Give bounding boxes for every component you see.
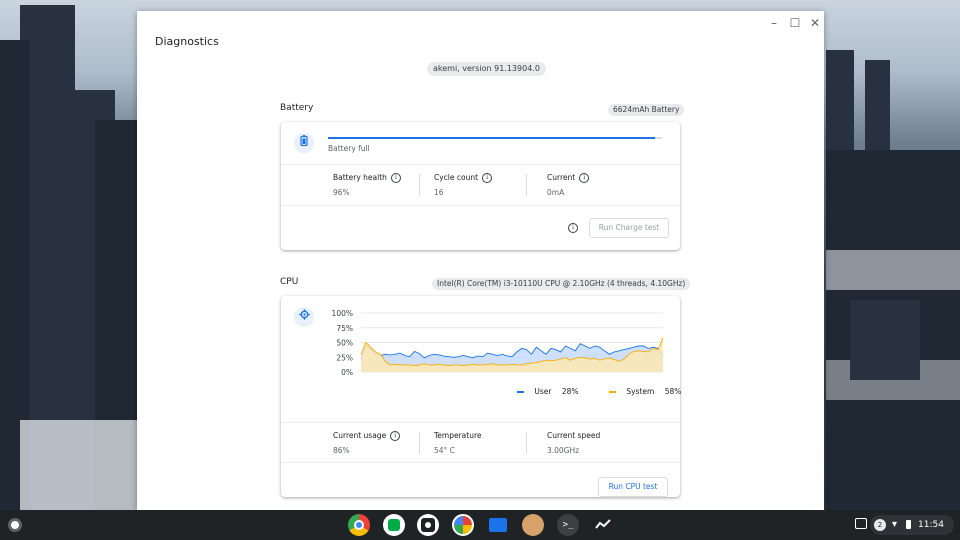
legend-user-label: User	[534, 387, 552, 396]
terminal-icon[interactable]: >_	[557, 514, 579, 536]
launcher-icon[interactable]	[8, 518, 22, 532]
info-icon[interactable]: i	[482, 173, 493, 183]
cpu-card: 100% 75% 50% 25% 0% User 28% System 58% Curr…	[281, 296, 681, 497]
y-tick-label: 0%	[341, 368, 353, 377]
legend-system-value: 58%	[664, 387, 682, 396]
y-tick-label: 25%	[336, 353, 353, 362]
tote-icon[interactable]	[855, 518, 867, 529]
camera-icon[interactable]	[417, 514, 439, 536]
info-icon[interactable]: i	[390, 431, 401, 441]
diagnostics-window: – ☐ ✕ Diagnostics akemi, version 91.1390…	[137, 11, 824, 510]
hangouts-icon[interactable]	[383, 514, 405, 536]
temperature-label: Temperature	[434, 431, 482, 440]
battery-charge-fill	[328, 137, 656, 139]
y-tick-label: 75%	[336, 324, 353, 333]
shelf	[0, 510, 960, 540]
info-icon[interactable]: i	[579, 173, 590, 183]
files-icon[interactable]	[487, 514, 509, 536]
app-icon[interactable]	[522, 514, 544, 536]
battery-charge-bar	[328, 137, 662, 139]
clock: 11:54	[918, 520, 944, 530]
legend-system-swatch	[608, 391, 616, 393]
cpu-section-title: CPU	[280, 277, 299, 287]
status-area[interactable]: 2 ▾ 11:54	[870, 515, 954, 535]
battery-status-icon	[906, 520, 911, 529]
close-icon[interactable]: ✕	[808, 16, 822, 30]
maximize-icon[interactable]: ☐	[788, 16, 802, 30]
photos-icon[interactable]	[452, 514, 474, 536]
battery-card: Battery full Battery health i 96% Cycle c…	[281, 122, 680, 250]
battery-icon	[294, 133, 314, 153]
chart-legend: User 28% System 58%	[517, 387, 681, 396]
charge-test-info-icon[interactable]: i	[568, 223, 578, 233]
current-value: 0mA	[547, 188, 565, 197]
legend-user-value: 28%	[561, 387, 579, 396]
minimize-icon[interactable]: –	[767, 16, 781, 30]
y-tick-label: 100%	[332, 309, 353, 318]
run-charge-test-button[interactable]: Run Charge test	[589, 218, 669, 238]
legend-system-label: System	[626, 387, 655, 396]
current-speed-label: Current speed	[547, 431, 601, 440]
current-speed-value: 3.00GHz	[547, 446, 580, 455]
cycle-count-value: 16	[434, 188, 444, 197]
current-label: Current i	[547, 173, 590, 183]
current-usage-value: 86%	[333, 446, 350, 455]
battery-capacity-badge: 6624mAh Battery	[608, 104, 685, 116]
battery-status-text: Battery full	[328, 144, 370, 153]
run-cpu-test-button[interactable]: Run CPU test	[598, 477, 668, 497]
battery-health-label: Battery health i	[333, 173, 401, 183]
current-usage-label: Current usage i	[333, 431, 401, 441]
version-badge: akemi, version 91.13904.0	[427, 62, 546, 76]
diagnostics-icon[interactable]	[592, 514, 614, 536]
cpu-model-badge: Intel(R) Core(TM) i3-10110U CPU @ 2.10GH…	[432, 278, 691, 290]
notification-count[interactable]: 2	[874, 519, 886, 531]
app-title: Diagnostics	[155, 35, 219, 48]
cycle-count-label: Cycle count i	[434, 173, 493, 183]
battery-section-title: Battery	[280, 103, 314, 113]
battery-health-value: 96%	[333, 188, 350, 197]
info-icon[interactable]: i	[390, 173, 401, 183]
y-tick-label: 50%	[336, 339, 353, 348]
wifi-icon: ▾	[892, 519, 898, 530]
legend-user-swatch	[517, 391, 524, 393]
chrome-icon[interactable]	[348, 514, 370, 536]
temperature-value: 54° C	[434, 446, 455, 455]
